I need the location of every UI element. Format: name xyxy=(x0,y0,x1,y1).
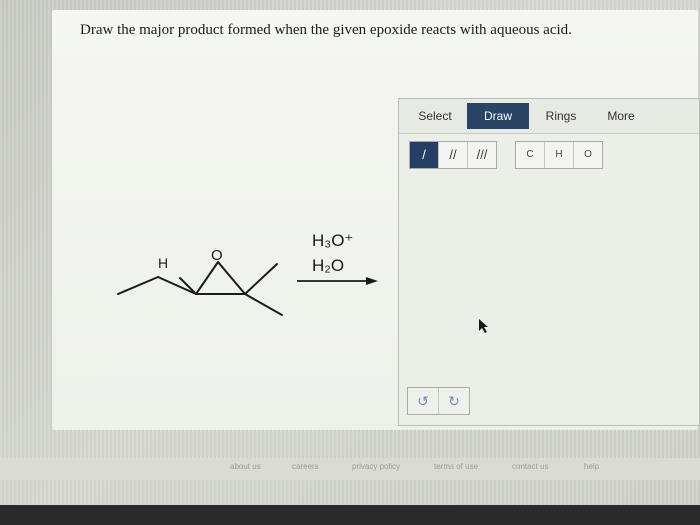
single-bond-button[interactable]: / xyxy=(410,142,439,168)
tab-rings[interactable]: Rings xyxy=(535,103,587,129)
bond-left-ethyl-1 xyxy=(117,276,159,295)
redo-icon[interactable]: ↻ xyxy=(439,388,469,414)
atom-c-button[interactable]: C xyxy=(516,142,545,168)
bond-right-down xyxy=(244,293,283,316)
atom-h-label: H xyxy=(158,255,168,271)
atom-o-button[interactable]: O xyxy=(574,142,602,168)
bond-epoxide-co-right xyxy=(217,261,246,295)
atom-h-button[interactable]: H xyxy=(545,142,574,168)
footer-link-terms[interactable]: terms of use xyxy=(434,462,478,471)
bond-c-h xyxy=(179,277,197,295)
tab-more[interactable]: More xyxy=(597,103,645,129)
bond-tool-group: / // /// xyxy=(409,141,497,169)
footer-link-contact[interactable]: contact us xyxy=(512,462,548,471)
footer-link-careers[interactable]: careers xyxy=(292,462,319,471)
structure-editor: Select Draw Rings More / // /// C H O ↺ … xyxy=(398,98,700,426)
site-footer: about us careers privacy policy terms of… xyxy=(0,458,700,480)
history-controls: ↺ ↻ xyxy=(407,387,470,415)
footer-link-help[interactable]: help xyxy=(584,462,599,471)
question-prompt: Draw the major product formed when the g… xyxy=(80,22,572,38)
mouse-cursor-icon xyxy=(479,319,491,338)
footer-link-about[interactable]: about us xyxy=(230,462,261,471)
triple-bond-button[interactable]: /// xyxy=(468,142,496,168)
undo-icon[interactable]: ↺ xyxy=(408,388,439,414)
footer-link-privacy[interactable]: privacy policy xyxy=(352,462,400,471)
tab-draw[interactable]: Draw xyxy=(467,103,529,129)
reagent-hydronium: H₃O⁺ xyxy=(312,231,353,250)
bond-left-ethyl-2 xyxy=(157,276,197,295)
bond-epoxide-co-left xyxy=(195,261,219,295)
atom-o-label: O xyxy=(211,247,223,264)
editor-toolbar: Select Draw Rings More xyxy=(399,99,699,134)
atom-tool-group: C H O xyxy=(515,141,603,169)
bond-right-up xyxy=(244,263,278,295)
reagent-water: H₂O xyxy=(312,256,344,275)
reaction-arrow-head xyxy=(366,277,378,285)
monitor-bezel xyxy=(0,505,700,525)
tab-select[interactable]: Select xyxy=(409,103,461,129)
double-bond-button[interactable]: // xyxy=(439,142,468,168)
